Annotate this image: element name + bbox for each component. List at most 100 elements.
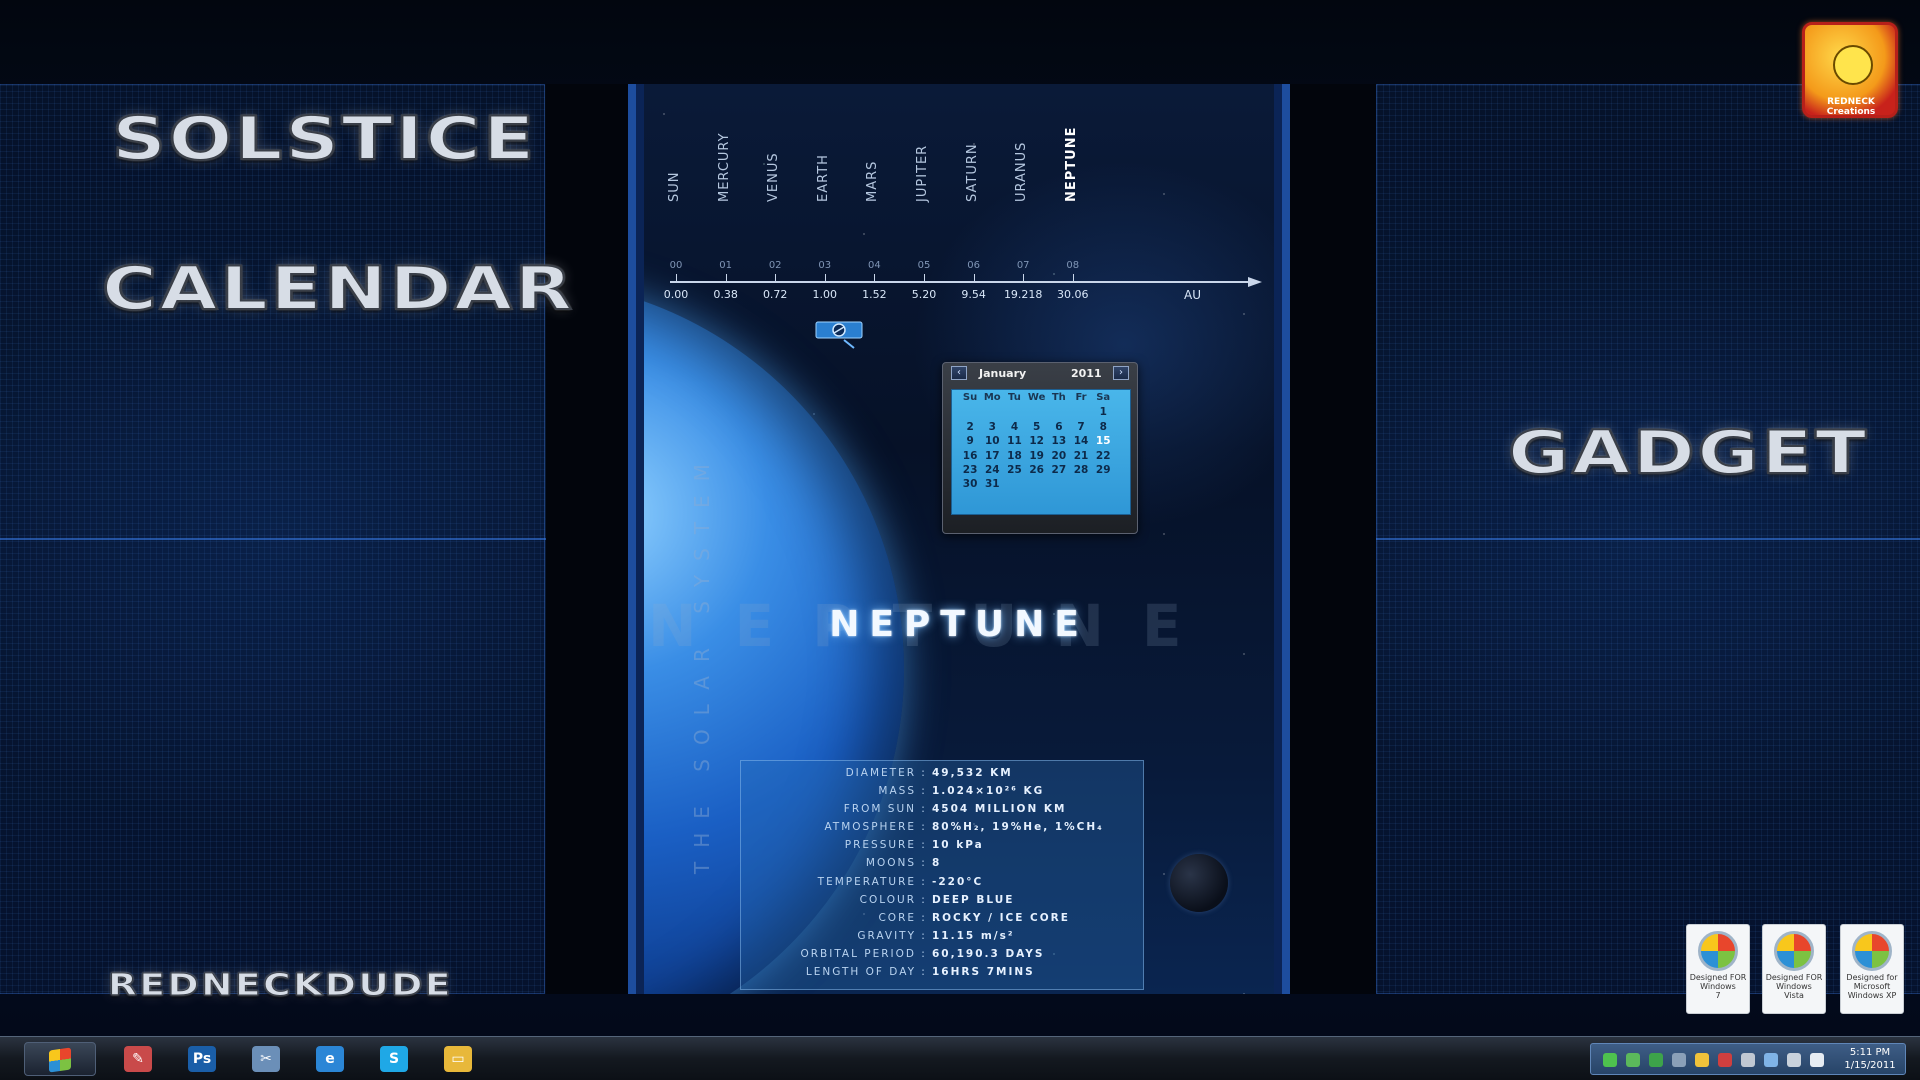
- planet-label-saturn: SATURN: [964, 143, 980, 202]
- calendar-month: January: [979, 367, 1027, 380]
- calendar-day[interactable]: 15: [1092, 435, 1114, 449]
- taskbar-app-button[interactable]: ✎: [110, 1041, 166, 1077]
- calendar-day[interactable]: 13: [1048, 435, 1070, 449]
- calendar-day[interactable]: 9: [959, 435, 981, 449]
- windows-logo-icon: [1852, 931, 1892, 971]
- info-row: MOONS:8: [741, 857, 1143, 875]
- calendar-empty-day: [1003, 406, 1025, 420]
- info-value: 80%H₂, 19%He, 1%CH₄: [932, 821, 1104, 834]
- tray-icon[interactable]: [1764, 1053, 1778, 1067]
- scale-axis: [670, 281, 1250, 283]
- tray-icon[interactable]: [1787, 1053, 1801, 1067]
- taskbar-app-button[interactable]: S: [366, 1041, 422, 1077]
- info-row: FROM SUN:4504 MILLION KM: [741, 803, 1143, 821]
- tray-icon[interactable]: [1672, 1053, 1686, 1067]
- calendar-day[interactable]: 23: [959, 464, 981, 478]
- badge-text: Designed FOR: [1689, 973, 1747, 982]
- calendar-day[interactable]: 28: [1070, 464, 1092, 478]
- start-button[interactable]: [24, 1042, 96, 1076]
- info-row: LENGTH OF DAY:16HRS 7MINS: [741, 966, 1143, 984]
- calendar-day[interactable]: 2: [959, 421, 981, 435]
- planet-distance: 30.06: [1057, 288, 1089, 301]
- calendar-day[interactable]: 12: [1026, 435, 1048, 449]
- calendar-day[interactable]: 10: [981, 435, 1003, 449]
- calendar-day[interactable]: 11: [1003, 435, 1025, 449]
- planet-distance-scale: SUN 00 0.00 MERCURY 01 0.38 VENUS 02 0.72 EARTH 03…: [664, 92, 1264, 302]
- calendar-day[interactable]: 25: [1003, 464, 1025, 478]
- photoshop-icon: Ps: [188, 1046, 216, 1072]
- tray-icon[interactable]: [1810, 1053, 1824, 1067]
- skype-icon: S: [380, 1046, 408, 1072]
- taskbar-app-button[interactable]: ✂: [238, 1041, 294, 1077]
- info-value: -220°C: [932, 875, 984, 888]
- clock[interactable]: 5:11 PM 1/15/2011: [1837, 1046, 1903, 1072]
- tray-icon[interactable]: [1741, 1053, 1755, 1067]
- info-key: DIAMETER: [845, 767, 916, 779]
- calendar-week-row: 23 24 25 26 27 28 29: [952, 464, 1130, 478]
- tray-icon[interactable]: [1603, 1053, 1617, 1067]
- planet-distance: 0.72: [762, 288, 788, 301]
- info-value: 1.024×10²⁶ KG: [932, 785, 1045, 798]
- chevron-left-icon[interactable]: ‹: [951, 366, 967, 380]
- calendar-day[interactable]: 22: [1092, 450, 1114, 464]
- info-separator: :: [921, 785, 927, 798]
- planet-label-neptune: NEPTUNE: [1063, 126, 1079, 202]
- calendar-day[interactable]: 29: [1092, 464, 1114, 478]
- calendar-day[interactable]: 6: [1048, 421, 1070, 435]
- calendar-day[interactable]: 18: [1003, 450, 1025, 464]
- redneck-creations-icon[interactable]: REDNECK Creations: [1802, 22, 1898, 118]
- tray-icon[interactable]: [1649, 1053, 1663, 1067]
- planet-info-panel: DIAMETER:49,532 KM MASS:1.024×10²⁶ KG FROM…: [740, 760, 1144, 990]
- taskbar-app-button[interactable]: ▭: [430, 1041, 486, 1077]
- calendar-day[interactable]: 1: [1092, 406, 1114, 420]
- tray-icon[interactable]: [1718, 1053, 1732, 1067]
- badge-text: Windows XP: [1847, 991, 1897, 1000]
- calendar-day[interactable]: 14: [1070, 435, 1092, 449]
- chevron-right-icon[interactable]: ›: [1113, 366, 1129, 380]
- planet-label-venus: VENUS: [766, 152, 782, 202]
- info-row: CORE: ROCKY / ICE CORE: [741, 912, 1143, 930]
- calendar-day[interactable]: 24: [981, 464, 1003, 478]
- calendar-empty-day: [1048, 406, 1070, 420]
- info-row: MASS:1.024×10²⁶ KG: [741, 785, 1143, 803]
- calendar-weekday: Mo: [983, 392, 1001, 403]
- calendar-empty-day: [1003, 478, 1025, 492]
- calendar-day[interactable]: 17: [981, 450, 1003, 464]
- calendar-day[interactable]: 3: [981, 421, 1003, 435]
- tray-icon[interactable]: [1695, 1053, 1709, 1067]
- calendar-day[interactable]: 30: [959, 478, 981, 492]
- calendar-day[interactable]: 21: [1070, 450, 1092, 464]
- calendar-day[interactable]: 7: [1070, 421, 1092, 435]
- calendar-gadget[interactable]: ‹ January 2011 › Su Mo Tu We Th Fr Sa 1 2 3 4 5 6 7 8 9…: [942, 362, 1138, 534]
- badge-text: Windows: [1776, 982, 1812, 991]
- calendar-week-row: 9 10 11 12 13 14 15: [952, 435, 1130, 449]
- calendar-day[interactable]: 16: [959, 450, 981, 464]
- calendar-day[interactable]: 8: [1092, 421, 1114, 435]
- windows-badge: Designed FOR Windows Vista: [1762, 924, 1826, 1014]
- smiley-face-icon: [1833, 45, 1873, 85]
- info-value: 10 kPa: [932, 839, 984, 852]
- calendar-day[interactable]: 4: [1003, 421, 1025, 435]
- calendar-week-row: 16 17 18 19 20 21 22: [952, 450, 1130, 464]
- calendar-empty-day: [1026, 478, 1048, 492]
- calendar-day[interactable]: 26: [1026, 464, 1048, 478]
- planet-label-mercury: MERCURY: [716, 132, 732, 202]
- taskbar-app-button[interactable]: e: [302, 1041, 358, 1077]
- tray-icon[interactable]: [1626, 1053, 1640, 1067]
- info-key: FROM SUN: [843, 803, 916, 816]
- badge-text: Windows: [1700, 982, 1736, 991]
- calendar-day[interactable]: 19: [1026, 450, 1048, 464]
- calendar-day[interactable]: 5: [1026, 421, 1048, 435]
- planet-index: 08: [1066, 260, 1080, 271]
- info-row: COLOUR: DEEP BLUE: [741, 894, 1143, 912]
- tools-icon: ✂: [252, 1046, 280, 1072]
- info-separator: :: [921, 803, 927, 816]
- windows-logo-icon: [49, 1047, 71, 1073]
- calendar-weekday-row: Su Mo Tu We Th Fr Sa: [952, 392, 1130, 406]
- calendar-day[interactable]: 20: [1048, 450, 1070, 464]
- title-gadget: GADGET: [1507, 417, 1869, 489]
- calendar-day[interactable]: 27: [1048, 464, 1070, 478]
- calendar-day[interactable]: 31: [981, 478, 1003, 492]
- taskbar-app-button[interactable]: Ps: [174, 1041, 230, 1077]
- info-separator: :: [921, 875, 927, 888]
